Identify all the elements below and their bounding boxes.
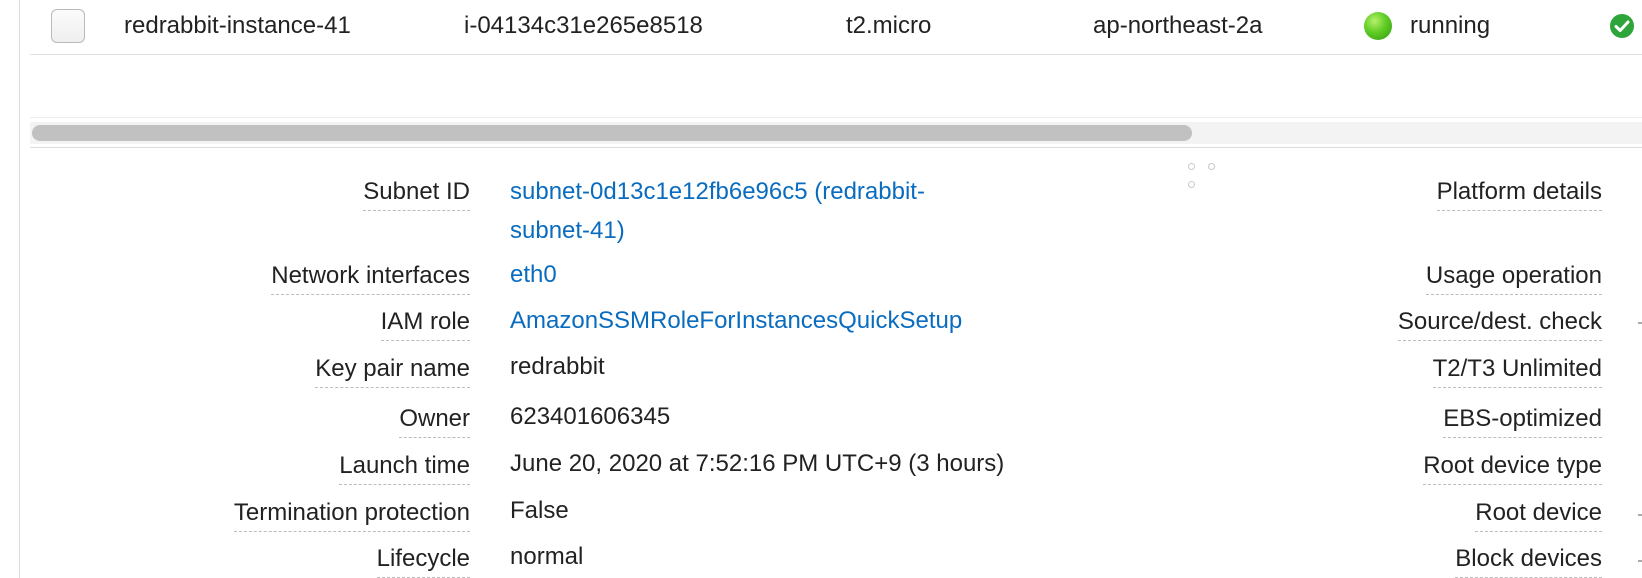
launch-time-label: Launch time — [339, 452, 470, 485]
instance-state-cell: running — [1410, 12, 1491, 39]
root-device-type-label: Root device type — [1423, 452, 1602, 485]
termination-protection-label: Termination protection — [233, 499, 470, 532]
network-interface-link[interactable]: eth0 — [510, 255, 557, 295]
block-devices-label: Block devices — [1455, 545, 1602, 578]
instance-name-cell: redrabbit-instance-41 — [124, 12, 351, 39]
panel-left-border — [19, 0, 20, 578]
owner-value: 623401606345 — [510, 403, 671, 430]
launch-time-value: June 20, 2020 at 7:52:16 PM UTC+9 (3 hou… — [510, 450, 1005, 477]
availability-zone-cell: ap-northeast-2a — [1093, 12, 1263, 39]
key-pair-name-value: redrabbit — [510, 353, 605, 380]
clipped-value-mark — [1638, 322, 1642, 324]
key-pair-name-label: Key pair name — [315, 355, 470, 388]
check-circle-icon — [1610, 14, 1634, 38]
resize-dot-icon — [1188, 163, 1195, 170]
resize-dot-icon — [1188, 181, 1195, 188]
clipped-value-mark — [1638, 560, 1642, 562]
network-interfaces-label: Network interfaces — [271, 262, 470, 295]
lifecycle-label: Lifecycle — [376, 545, 470, 578]
lifecycle-value: normal — [510, 543, 584, 570]
t2-t3-unlimited-label: T2/T3 Unlimited — [1432, 355, 1602, 388]
source-dest-check-label: Source/dest. check — [1397, 308, 1602, 341]
iam-role-label: IAM role — [380, 308, 470, 341]
running-status-icon — [1364, 12, 1392, 40]
pane-resize-handle[interactable] — [1188, 157, 1244, 188]
horizontal-scrollbar-thumb[interactable] — [32, 125, 1192, 141]
owner-label: Owner — [399, 405, 470, 438]
subnet-id-link-continued[interactable]: subnet-41) — [510, 211, 625, 251]
iam-role-link[interactable]: AmazonSSMRoleForInstancesQuickSetup — [510, 301, 962, 341]
usage-operation-label: Usage operation — [1425, 262, 1602, 295]
instance-id-cell: i-04134c31e265e8518 — [464, 12, 703, 39]
pane-split-line — [30, 147, 1642, 148]
termination-protection-value: False — [510, 497, 569, 524]
table-bottom-divider — [30, 117, 1642, 118]
root-device-label: Root device — [1475, 499, 1602, 532]
resize-dot-icon — [1208, 163, 1215, 170]
row-select-checkbox[interactable] — [51, 9, 85, 43]
platform-details-label: Platform details — [1436, 178, 1602, 211]
ec2-console-view: redrabbit-instance-41 i-04134c31e265e851… — [0, 0, 1642, 578]
subnet-id-label: Subnet ID — [363, 178, 470, 211]
instance-type-cell: t2.micro — [846, 12, 932, 39]
ebs-optimized-label: EBS-optimized — [1443, 405, 1602, 438]
subnet-id-link[interactable]: subnet-0d13c1e12fb6e96c5 (redrabbit- — [510, 172, 925, 212]
clipped-value-mark — [1638, 514, 1642, 516]
